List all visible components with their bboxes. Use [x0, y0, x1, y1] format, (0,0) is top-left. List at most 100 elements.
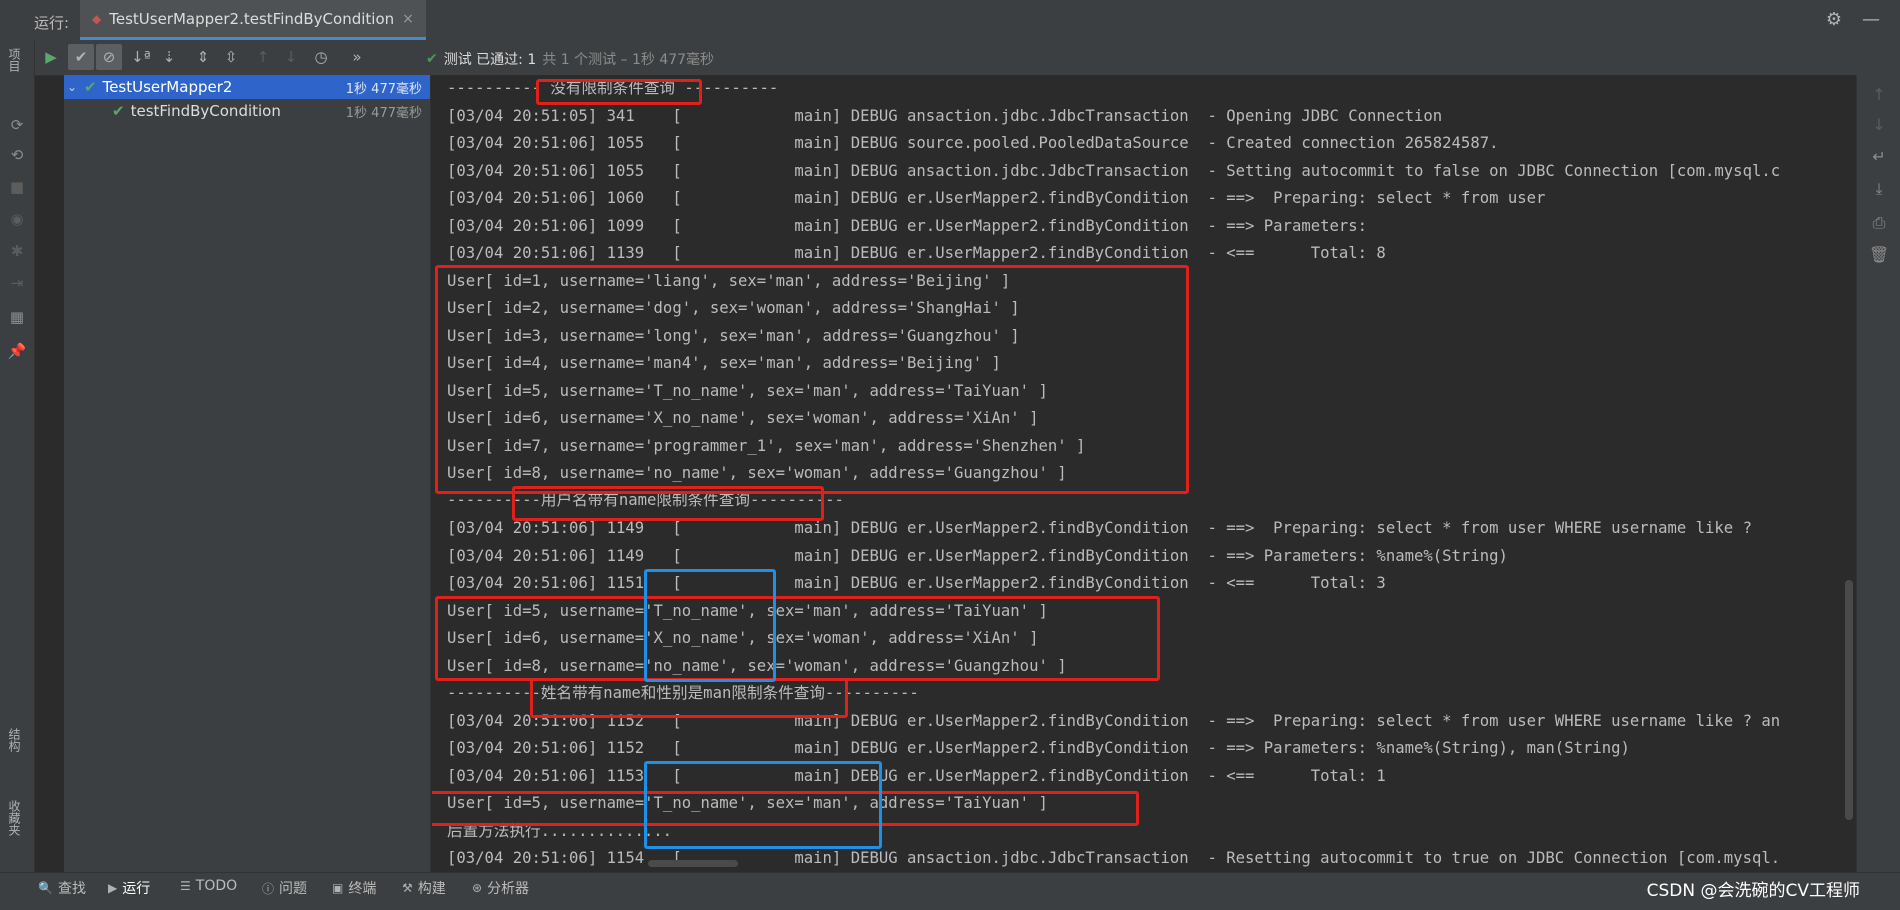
next-failed-icon[interactable]: ↓: [278, 44, 304, 70]
camera-icon[interactable]: ◉: [6, 208, 28, 230]
left-tool-strip: 项目 ⟳ ⟲ ■ ◉ ✱ ⇥ ▦ 📌 结构 收藏夹: [0, 40, 35, 880]
show-passed-icon[interactable]: ✔: [68, 44, 94, 70]
console-line: [03/04 20:51:06] 1149 [ main] DEBUG er.U…: [447, 519, 1752, 537]
exit-icon[interactable]: ⇥: [6, 272, 28, 294]
history-icon[interactable]: ◷: [308, 44, 334, 70]
console-line: [03/04 20:51:06] 1154 [ main] DEBUG ansa…: [447, 849, 1781, 867]
console-line: User[ id=8, username='no_name', sex='wom…: [447, 657, 1067, 675]
tree-item-time: 1秒 477毫秒: [345, 81, 422, 97]
terminal-label: 终端: [348, 881, 377, 897]
console-side-toolbar: ↑ ↓ ↵ ⤓ ⎙ 🗑: [1856, 75, 1900, 880]
more-actions[interactable]: »: [344, 44, 370, 70]
terminal-tool-button[interactable]: ▣ 终端: [332, 878, 376, 898]
pin-icon[interactable]: 📌: [6, 340, 28, 362]
console-line: ----------用户名带有name限制条件查询----------: [447, 491, 844, 509]
scroll-to-end-icon[interactable]: ⤓: [1869, 179, 1889, 199]
print-icon[interactable]: ⎙: [1869, 213, 1889, 233]
tab-title: TestUserMapper2.testFindByCondition: [109, 9, 395, 28]
profiler-icon: ⊛: [472, 881, 483, 895]
console-line: [03/04 20:51:06] 1055 [ main] DEBUG ansa…: [447, 162, 1781, 180]
test-runner-toolbar: ▶ ✔ ⊘ ↓ª ⇣ ⇕ ⇳ ↑ ↓ ◷ » ✔ 测试 已通过: 1 共 1 个…: [34, 40, 1900, 76]
tree-item-label: TestUserMapper2: [102, 78, 233, 96]
tab-test-run[interactable]: ◆ TestUserMapper2.testFindByCondition ×: [80, 0, 426, 40]
tree-item-test-method[interactable]: ✔ testFindByCondition 1秒 477毫秒: [64, 99, 430, 123]
run-tool-button[interactable]: ▶ 运行: [108, 878, 150, 898]
sort-duration-icon[interactable]: ⇣: [156, 44, 182, 70]
bottom-tool-window-bar: 🔍 查找 ▶ 运行 ☰ TODO ⓘ 问题 ▣ 终端 ⚒ 构建 ⊛ 分析器 CSDN @会洗碗…: [0, 872, 1900, 901]
find-label: 查找: [57, 881, 86, 897]
structure-tool-label[interactable]: 结构: [6, 728, 23, 752]
passed-icon: ✔: [112, 102, 125, 120]
console-line: [03/04 20:51:06] 1151 [ main] DEBUG er.U…: [447, 574, 1386, 592]
run-label: 运行:: [34, 14, 70, 32]
console-line: User[ id=5, username='T_no_name', sex='m…: [447, 794, 1048, 812]
problems-label: 问题: [279, 881, 308, 897]
console-line: User[ id=4, username='man4', sex='man', …: [447, 354, 1001, 372]
close-icon[interactable]: ×: [402, 11, 414, 27]
check-icon: ✔: [426, 51, 438, 67]
list-icon: ☰: [180, 879, 191, 893]
run-label: 运行: [122, 881, 151, 897]
watermark-text: CSDN @会洗碗的CV工程师: [1646, 881, 1860, 901]
terminal-icon: ▣: [332, 881, 344, 895]
trash-icon[interactable]: 🗑: [1869, 245, 1889, 265]
console-line: ---------- 没有限制条件查询 ----------: [447, 79, 779, 97]
up-arrow-icon[interactable]: ↑: [1869, 85, 1889, 105]
profiler-label: 分析器: [487, 881, 530, 897]
console-line: ----------姓名带有name和性别是man限制条件查询---------…: [447, 684, 919, 702]
build-tool-button[interactable]: ⚒ 构建: [402, 878, 446, 898]
stop-icon[interactable]: ■: [6, 176, 28, 198]
test-status: ✔ 测试 已通过: 1 共 1 个测试 – 1秒 477毫秒: [426, 49, 714, 69]
console-line: [03/04 20:51:06] 1099 [ main] DEBUG er.U…: [447, 217, 1377, 235]
hammer-icon: ⚒: [402, 881, 413, 895]
chevron-down-icon[interactable]: ⌄: [64, 80, 80, 94]
expand-all-icon[interactable]: ⇕: [190, 44, 216, 70]
run-icon[interactable]: ▶: [38, 44, 64, 70]
bug-icon[interactable]: ✱: [6, 240, 28, 262]
horizontal-scrollbar[interactable]: [648, 860, 738, 867]
gear-icon[interactable]: ⚙: [1826, 9, 1842, 30]
console-line: User[ id=6, username='X_no_name', sex='w…: [447, 629, 1039, 647]
todo-label: TODO: [195, 878, 238, 894]
tree-item-test-class[interactable]: ⌄ ✔ TestUserMapper2 1秒 477毫秒: [64, 75, 430, 99]
console-line: [03/04 20:51:06] 1055 [ main] DEBUG sour…: [447, 134, 1499, 152]
vertical-scrollbar[interactable]: [1845, 580, 1853, 820]
project-tool-label[interactable]: 项目: [6, 48, 23, 72]
toggle-auto-test-icon[interactable]: ⟲: [6, 144, 28, 166]
collapse-all-icon[interactable]: ⇳: [218, 44, 244, 70]
console-line: [03/04 20:51:06] 1060 [ main] DEBUG er.U…: [447, 189, 1546, 207]
profiler-tool-button[interactable]: ⊛ 分析器: [472, 878, 529, 898]
tree-item-time: 1秒 477毫秒: [345, 105, 422, 121]
status-label: 测试 已通过: 1: [443, 52, 537, 68]
show-ignored-icon[interactable]: ⊘: [96, 44, 122, 70]
layout-icon[interactable]: ▦: [6, 306, 28, 328]
console-line: User[ id=5, username='T_no_name', sex='m…: [447, 602, 1048, 620]
console-line: [03/04 20:51:06] 1152 [ main] DEBUG er.U…: [447, 739, 1630, 757]
rerun-failed-icon[interactable]: ⟳: [6, 114, 28, 136]
soft-wrap-icon[interactable]: ↵: [1869, 147, 1889, 167]
todo-tool-button[interactable]: ☰ TODO: [180, 878, 237, 894]
minus-icon[interactable]: —: [1862, 9, 1880, 30]
console-line: [03/04 20:51:05] 341 [ main] DEBUG ansac…: [447, 107, 1443, 125]
prev-failed-icon[interactable]: ↑: [250, 44, 276, 70]
header-actions: ⚙ —: [1826, 9, 1880, 30]
tree-item-label: testFindByCondition: [130, 102, 281, 120]
console-line: User[ id=8, username='no_name', sex='wom…: [447, 464, 1067, 482]
console-output[interactable]: ---------- 没有限制条件查询 ---------- [03/04 20…: [432, 75, 1856, 880]
status-detail: 共 1 个测试 – 1秒 477毫秒: [542, 52, 715, 68]
problems-tool-button[interactable]: ⓘ 问题: [262, 878, 307, 898]
favorites-tool-label[interactable]: 收藏夹: [6, 800, 23, 836]
console-line: User[ id=3, username='long', sex='man', …: [447, 327, 1020, 345]
console-line: User[ id=6, username='X_no_name', sex='w…: [447, 409, 1039, 427]
search-icon: 🔍: [38, 881, 53, 895]
info-icon: ⓘ: [262, 881, 275, 896]
console-line: User[ id=7, username='programmer_1', sex…: [447, 437, 1086, 455]
run-tool-window-header: 运行: ◆ TestUserMapper2.testFindByConditio…: [0, 0, 1900, 41]
console-line: User[ id=5, username='T_no_name', sex='m…: [447, 382, 1048, 400]
down-arrow-icon[interactable]: ↓: [1869, 115, 1889, 135]
console-line: User[ id=2, username='dog', sex='woman',…: [447, 299, 1020, 317]
sort-alpha-icon[interactable]: ↓ª: [128, 44, 154, 70]
find-tool-button[interactable]: 🔍 查找: [38, 878, 86, 898]
console-line: [03/04 20:51:06] 1152 [ main] DEBUG er.U…: [447, 712, 1781, 730]
test-results-tree: ⌄ ✔ TestUserMapper2 1秒 477毫秒 ✔ testFindB…: [64, 75, 431, 880]
